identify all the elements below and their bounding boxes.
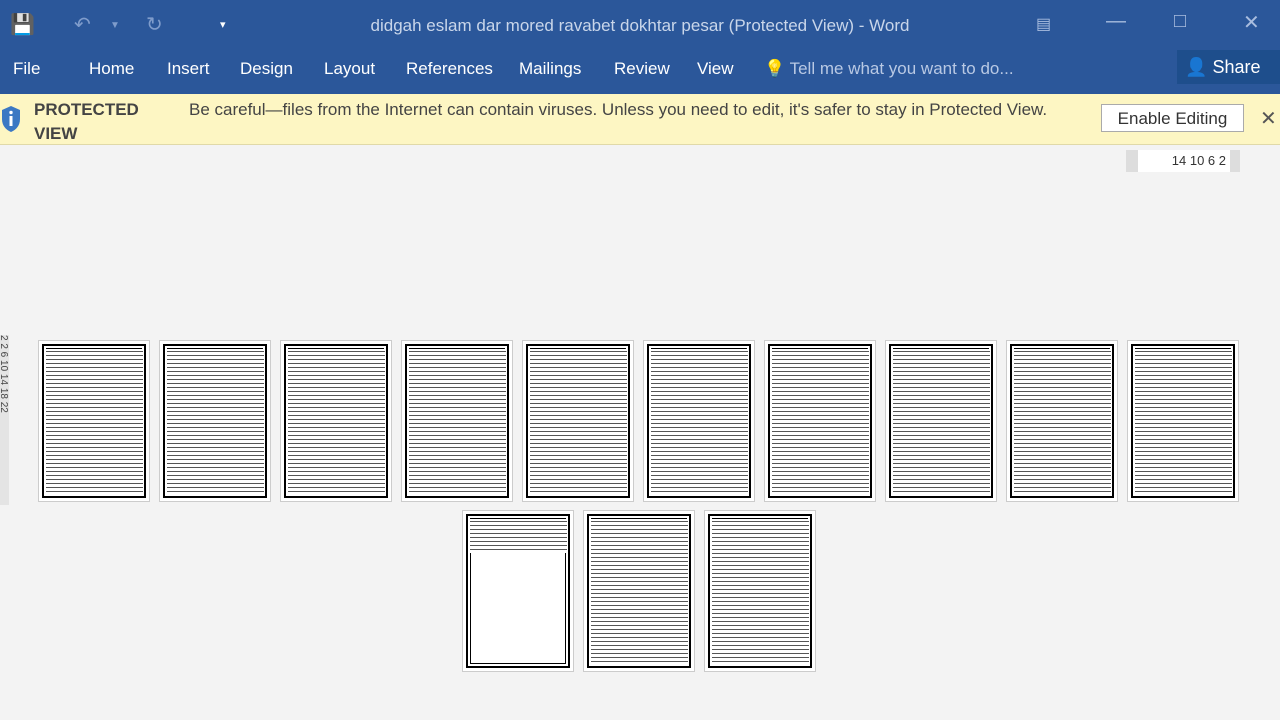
window-title: didgah eslam dar mored ravabet dokhtar p… xyxy=(370,16,910,35)
protected-view-label: PROTECTED VIEW xyxy=(34,100,139,143)
title-bar: 💾 ↶ ▼ ↻ ▾ didgah eslam dar mored ravabet… xyxy=(0,0,1280,50)
page-thumbnail[interactable] xyxy=(38,340,150,502)
protected-view-bar: PROTECTED VIEW Be careful—files from the… xyxy=(0,94,1280,145)
enable-editing-button[interactable]: Enable Editing xyxy=(1101,104,1244,132)
page-thumbnail[interactable] xyxy=(764,340,876,502)
tab-review[interactable]: Review xyxy=(614,59,670,79)
page-thumbnail[interactable] xyxy=(462,510,574,672)
tell-me-search[interactable]: 💡 Tell me what you want to do... xyxy=(764,59,1014,79)
add-person-icon: 👤 xyxy=(1185,57,1208,77)
tab-layout[interactable]: Layout xyxy=(324,59,375,79)
page-thumbnail[interactable] xyxy=(401,340,513,502)
tab-insert[interactable]: Insert xyxy=(167,59,210,79)
ribbon-tabs: File Home Insert Design Layout Reference… xyxy=(0,50,1280,94)
tab-file[interactable]: File xyxy=(13,59,40,79)
page-thumbnail[interactable] xyxy=(1006,340,1118,502)
minimize-icon[interactable]: — xyxy=(1106,10,1126,33)
tab-references[interactable]: References xyxy=(406,59,493,79)
horizontal-ruler[interactable]: 14 10 6 2 xyxy=(1126,150,1240,172)
share-button[interactable]: 👤 Share xyxy=(1177,50,1280,84)
vertical-ruler[interactable]: 2 2 6 10 14 18 22 xyxy=(0,335,9,505)
lightbulb-icon: 💡 xyxy=(764,59,786,78)
tab-home[interactable]: Home xyxy=(89,59,134,79)
page-thumbnail[interactable] xyxy=(704,510,816,672)
ruler-labels: 14 10 6 2 xyxy=(1138,150,1230,172)
shield-info-icon xyxy=(2,106,20,132)
ribbon-display-options-icon[interactable]: ▤ xyxy=(1036,14,1051,34)
maximize-icon[interactable]: □ xyxy=(1174,10,1186,33)
share-label: Share xyxy=(1212,57,1261,77)
page-thumbnail[interactable] xyxy=(583,510,695,672)
page-thumbnail[interactable] xyxy=(159,340,271,502)
page-thumbnail[interactable] xyxy=(885,340,997,502)
close-icon[interactable]: ✕ xyxy=(1243,10,1260,35)
page-thumbnail[interactable] xyxy=(643,340,755,502)
page-thumbnail[interactable] xyxy=(522,340,634,502)
tab-view[interactable]: View xyxy=(697,59,734,79)
close-bar-icon[interactable]: ✕ xyxy=(1260,106,1277,131)
page-thumbnail[interactable] xyxy=(280,340,392,502)
tab-design[interactable]: Design xyxy=(240,59,293,79)
protected-view-message: Be careful—files from the Internet can c… xyxy=(189,100,1048,119)
tell-me-text: Tell me what you want to do... xyxy=(789,59,1014,78)
tab-mailings[interactable]: Mailings xyxy=(519,59,581,79)
page-thumbnail[interactable] xyxy=(1127,340,1239,502)
